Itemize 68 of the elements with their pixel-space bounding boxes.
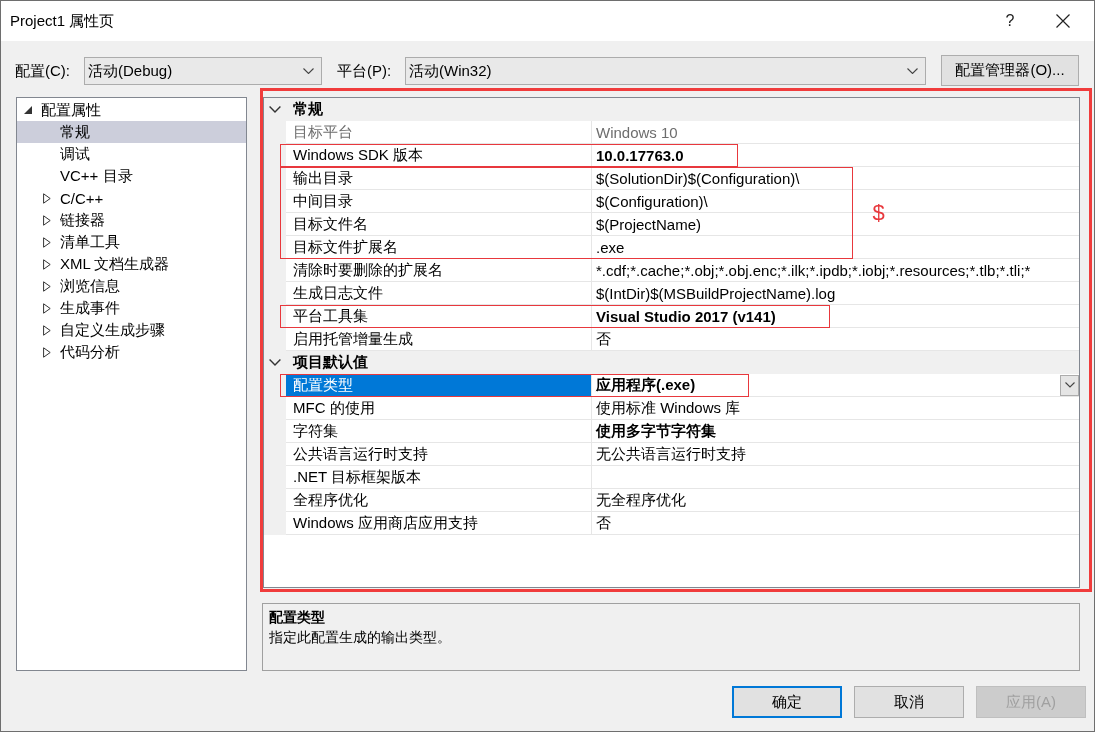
property-value[interactable]: 使用标准 Windows 库 [596,398,741,418]
property-value[interactable]: 10.0.17763.0 [596,146,684,164]
property-value[interactable]: *.cdf;*.cache;*.obj;*.obj.enc;*.ilk;*.ipdb;*.iobj;*.resources;*.tlb;*.tli;* [596,261,1031,279]
help-button[interactable]: ? [987,1,1033,41]
tree-item[interactable]: VC++ 目录 [17,165,246,187]
tree-item[interactable]: 常规 [17,121,246,143]
tree-item[interactable]: 清单工具 [17,231,246,253]
property-name[interactable]: Windows SDK 版本 [286,144,592,167]
description-text: 指定此配置生成的输出类型。 [269,628,452,647]
configuration-dropdown[interactable]: 活动(Debug) [84,57,322,85]
description-title: 配置类型 [269,608,326,627]
collapsed-triangle-icon[interactable] [43,280,51,292]
tree-item[interactable]: 调试 [17,143,246,165]
property-name[interactable]: 中间目录 [286,190,592,213]
property-name[interactable]: 目标文件名 [286,213,592,236]
property-value[interactable]: .exe [596,238,625,256]
property-name[interactable]: 全程序优化 [286,489,592,512]
property-value[interactable]: $(ProjectName) [596,215,702,233]
property-name[interactable]: 配置类型 [286,374,592,397]
tree-item[interactable]: 代码分析 [17,341,246,363]
property-name[interactable]: 目标文件扩展名 [286,236,592,259]
property-value[interactable]: $(IntDir)$(MSBuildProjectName).log [596,284,836,302]
collapsed-triangle-icon[interactable] [43,324,51,336]
property-value[interactable]: 无全程序优化 [596,490,686,510]
tree-item[interactable]: C/C++ [17,187,246,209]
tree-item[interactable]: 浏览信息 [17,275,246,297]
collapsed-triangle-icon[interactable] [43,346,51,358]
field-label: 配置(C): [15,61,71,81]
tree-item[interactable]: 生成事件 [17,297,246,319]
caret-icon [907,68,918,74]
property-name[interactable]: .NET 目标框架版本 [286,466,592,489]
tree-item[interactable]: 自定义生成步骤 [17,319,246,341]
property-value[interactable]: $(Configuration)\ [596,192,708,210]
property-name[interactable]: 字符集 [286,420,592,443]
expanded-triangle-icon[interactable] [24,106,32,114]
property-name[interactable]: 清除时要删除的扩展名 [286,259,592,282]
close-icon [1056,14,1070,28]
property-name[interactable]: 公共语言运行时支持 [286,443,592,466]
field-label: 平台(P): [337,61,393,81]
collapsed-triangle-icon[interactable] [43,214,51,226]
property-value[interactable]: 否 [596,329,611,349]
property-value[interactable]: 否 [596,513,611,533]
dialog-button[interactable]: 确定 [732,686,842,718]
property-value[interactable]: 应用程序(.exe) [596,375,696,395]
caret-icon [1064,382,1075,388]
collapsed-triangle-icon[interactable] [43,192,51,204]
collapsed-triangle-icon[interactable] [43,236,51,248]
property-name[interactable]: Windows 应用商店应用支持 [286,512,592,535]
dropdown-button[interactable] [1060,374,1079,396]
property-value[interactable]: $(SolutionDir)$(Configuration)\ [596,169,800,187]
property-value[interactable]: 无公共语言运行时支持 [596,444,746,464]
property-name[interactable]: 平台工具集 [286,305,592,328]
tree-item[interactable]: XML 文档生成器 [17,253,246,275]
caret-icon [303,68,314,74]
annotation-mark: $ [872,202,885,224]
property-name[interactable]: MFC 的使用 [286,397,592,420]
collapsed-triangle-icon[interactable] [43,258,51,270]
property-name[interactable]: 生成日志文件 [286,282,592,305]
configuration-manager-button[interactable]: 配置管理器(O)... [941,55,1079,86]
property-value[interactable]: 使用多字节字符集 [596,421,716,441]
dialog-button[interactable]: 取消 [854,686,964,718]
collapsed-triangle-icon[interactable] [43,302,51,314]
platform-dropdown[interactable]: 活动(Win32) [405,57,926,85]
property-value[interactable]: Visual Studio 2017 (v141) [596,307,776,325]
property-name[interactable]: 输出目录 [286,167,592,190]
tree-item[interactable]: 配置属性 [17,99,246,121]
tree-item[interactable]: 链接器 [17,209,246,231]
window-title: Project1 属性页 [10,11,116,31]
